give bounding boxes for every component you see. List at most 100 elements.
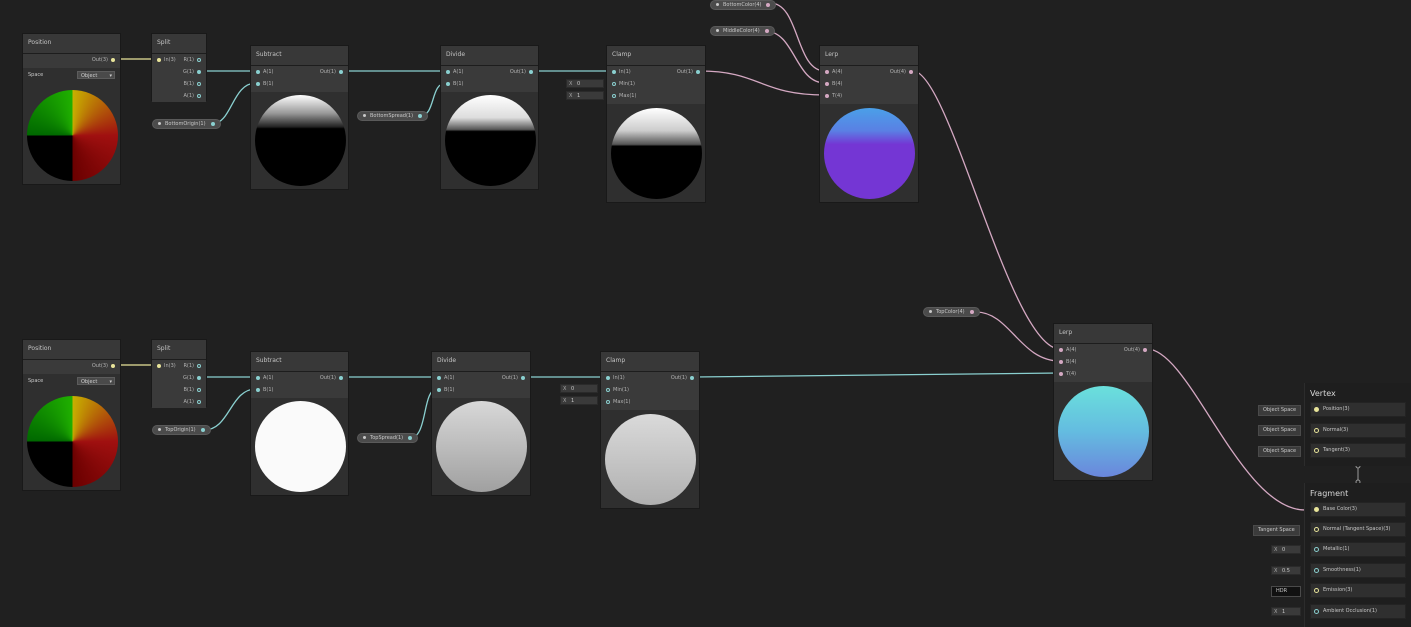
position-node-1[interactable]: Position Out(3) Space Object ▾	[22, 33, 121, 185]
output-port-icon[interactable]	[197, 57, 201, 62]
input-port-icon[interactable]	[1314, 428, 1319, 433]
input-port-icon[interactable]	[612, 93, 616, 98]
output-port-icon[interactable]	[690, 375, 694, 380]
fragment-normal-space-tag[interactable]: Tangent Space	[1253, 525, 1300, 536]
vertex-tangent-space-tag[interactable]: Object Space	[1258, 446, 1302, 457]
input-port-icon[interactable]	[256, 69, 260, 74]
vertex-position-space-tag[interactable]: Object Space	[1258, 405, 1302, 416]
divide-node-2[interactable]: Divide A(1) B(1) Out(1)	[431, 351, 531, 496]
input-port-icon[interactable]	[1314, 588, 1319, 593]
input-port-icon[interactable]	[157, 363, 161, 368]
vertex-position-slot[interactable]: Position(3)	[1310, 402, 1406, 417]
fragment-metallic-slot[interactable]: Metallic(1)	[1310, 542, 1406, 557]
bottom-origin-property[interactable]: BottomOrigin(1)	[152, 119, 221, 129]
position-node-2[interactable]: Position Out(3) Space Object ▾	[22, 339, 121, 491]
output-port-icon[interactable]	[197, 363, 201, 368]
output-port-icon[interactable]	[418, 113, 423, 118]
split-node-2[interactable]: Split In(3) R(1) G(1) B(1) A(1)	[151, 339, 207, 408]
output-port-icon[interactable]	[969, 309, 974, 314]
fragment-normal-slot[interactable]: Normal (Tangent Space)(3)	[1310, 522, 1406, 537]
lerp-node-1[interactable]: Lerp A(4) B(4) T(4) Out(4)	[819, 45, 919, 203]
middle-color-property[interactable]: MiddleColor(4)	[710, 26, 775, 36]
output-port-icon[interactable]	[197, 93, 201, 98]
metallic-field[interactable]: X0	[1271, 545, 1301, 554]
input-port-icon[interactable]	[606, 387, 610, 392]
divide-node-1[interactable]: Divide A(1) B(1) Out(1)	[440, 45, 539, 190]
input-port-icon[interactable]	[1314, 527, 1319, 532]
input-port-icon[interactable]	[256, 81, 260, 86]
output-port-icon[interactable]	[1143, 347, 1147, 352]
bottom-spread-property[interactable]: BottomSpread(1)	[357, 111, 429, 121]
clamp-node-2[interactable]: Clamp In(1) Min(1) Max(1) Out(1)	[600, 351, 700, 509]
subtract-node-2[interactable]: Subtract A(1) B(1) Out(1)	[250, 351, 349, 496]
output-port-icon[interactable]	[909, 69, 913, 74]
port-label: B(1)	[183, 387, 194, 393]
smoothness-field[interactable]: X 0.5	[1271, 566, 1301, 575]
input-port-icon[interactable]	[446, 69, 450, 74]
input-port-icon[interactable]	[256, 387, 260, 392]
output-port-icon[interactable]	[111, 363, 115, 368]
input-port-icon[interactable]	[1314, 568, 1319, 573]
output-port-icon[interactable]	[197, 375, 201, 380]
output-port-icon[interactable]	[197, 69, 201, 74]
vertex-normal-space-tag[interactable]: Object Space	[1258, 425, 1302, 436]
input-port-icon[interactable]	[1059, 347, 1063, 352]
output-port-icon[interactable]	[197, 81, 201, 86]
input-port-icon[interactable]	[1059, 371, 1063, 376]
output-port-icon[interactable]	[111, 57, 115, 62]
input-port-icon[interactable]	[256, 375, 260, 380]
input-port-icon[interactable]	[157, 57, 161, 62]
output-port-icon[interactable]	[408, 435, 413, 440]
top-origin-property[interactable]: TopOrigin(1)	[152, 425, 211, 435]
fragment-basecolor-slot[interactable]: Base Color(3)	[1310, 502, 1406, 517]
fragment-ambient-occlusion-slot[interactable]: Ambient Occlusion(1)	[1310, 604, 1406, 619]
input-port-icon[interactable]	[612, 69, 616, 74]
input-port-icon[interactable]	[446, 81, 450, 86]
clamp2-max-field[interactable]: X1	[560, 396, 598, 405]
output-port-icon[interactable]	[766, 2, 771, 7]
top-spread-property[interactable]: TopSpread(1)	[357, 433, 419, 443]
input-port-icon[interactable]	[606, 375, 610, 380]
split-node-1[interactable]: Split In(3) R(1) G(1) B(1) A(1)	[151, 33, 207, 102]
input-port-icon[interactable]	[825, 81, 829, 86]
clamp-node-1[interactable]: Clamp In(1) Min(1) Max(1) Out(1)	[606, 45, 706, 203]
input-port-icon[interactable]	[1314, 448, 1319, 453]
input-port-icon[interactable]	[1314, 507, 1319, 512]
ambient-occlusion-field[interactable]: X1	[1271, 607, 1301, 616]
output-port-icon[interactable]	[339, 375, 343, 380]
input-port-icon[interactable]	[1314, 547, 1319, 552]
input-port-icon[interactable]	[606, 399, 610, 404]
fragment-smoothness-slot[interactable]: Smoothness(1)	[1310, 563, 1406, 578]
output-port-icon[interactable]	[521, 375, 525, 380]
output-port-icon[interactable]	[696, 69, 700, 74]
input-port-icon[interactable]	[437, 375, 441, 380]
output-port-icon[interactable]	[764, 28, 769, 33]
fragment-emission-slot[interactable]: Emission(3)	[1310, 583, 1406, 598]
clamp1-min-field[interactable]: X0	[566, 79, 604, 88]
vertex-normal-slot[interactable]: Normal(3)	[1310, 423, 1406, 438]
shader-graph-canvas[interactable]: Position Out(3) Space Object ▾ Split In(3…	[0, 0, 1411, 627]
input-port-icon[interactable]	[1314, 407, 1319, 412]
space-dropdown[interactable]: Object ▾	[77, 71, 115, 79]
vertex-tangent-slot[interactable]: Tangent(3)	[1310, 443, 1406, 458]
output-port-icon[interactable]	[200, 427, 205, 432]
input-port-icon[interactable]	[437, 387, 441, 392]
bottom-color-property[interactable]: BottomColor(4)	[710, 0, 777, 10]
output-port-icon[interactable]	[529, 69, 533, 74]
output-port-icon[interactable]	[339, 69, 343, 74]
input-port-icon[interactable]	[1314, 609, 1319, 614]
emission-hdr-swatch[interactable]: HDR	[1271, 586, 1301, 597]
lerp-node-2[interactable]: Lerp A(4) B(4) T(4) Out(4)	[1053, 323, 1153, 481]
clamp1-max-field[interactable]: X1	[566, 91, 604, 100]
input-port-icon[interactable]	[825, 69, 829, 74]
clamp2-min-field[interactable]: X0	[560, 384, 598, 393]
input-port-icon[interactable]	[612, 81, 616, 86]
top-color-property[interactable]: TopColor(4)	[923, 307, 980, 317]
subtract-node-1[interactable]: Subtract A(1) B(1) Out(1)	[250, 45, 349, 190]
output-port-icon[interactable]	[197, 387, 201, 392]
input-port-icon[interactable]	[1059, 359, 1063, 364]
output-port-icon[interactable]	[197, 399, 201, 404]
output-port-icon[interactable]	[210, 121, 215, 126]
input-port-icon[interactable]	[825, 93, 829, 98]
space-dropdown[interactable]: Object ▾	[77, 377, 115, 385]
